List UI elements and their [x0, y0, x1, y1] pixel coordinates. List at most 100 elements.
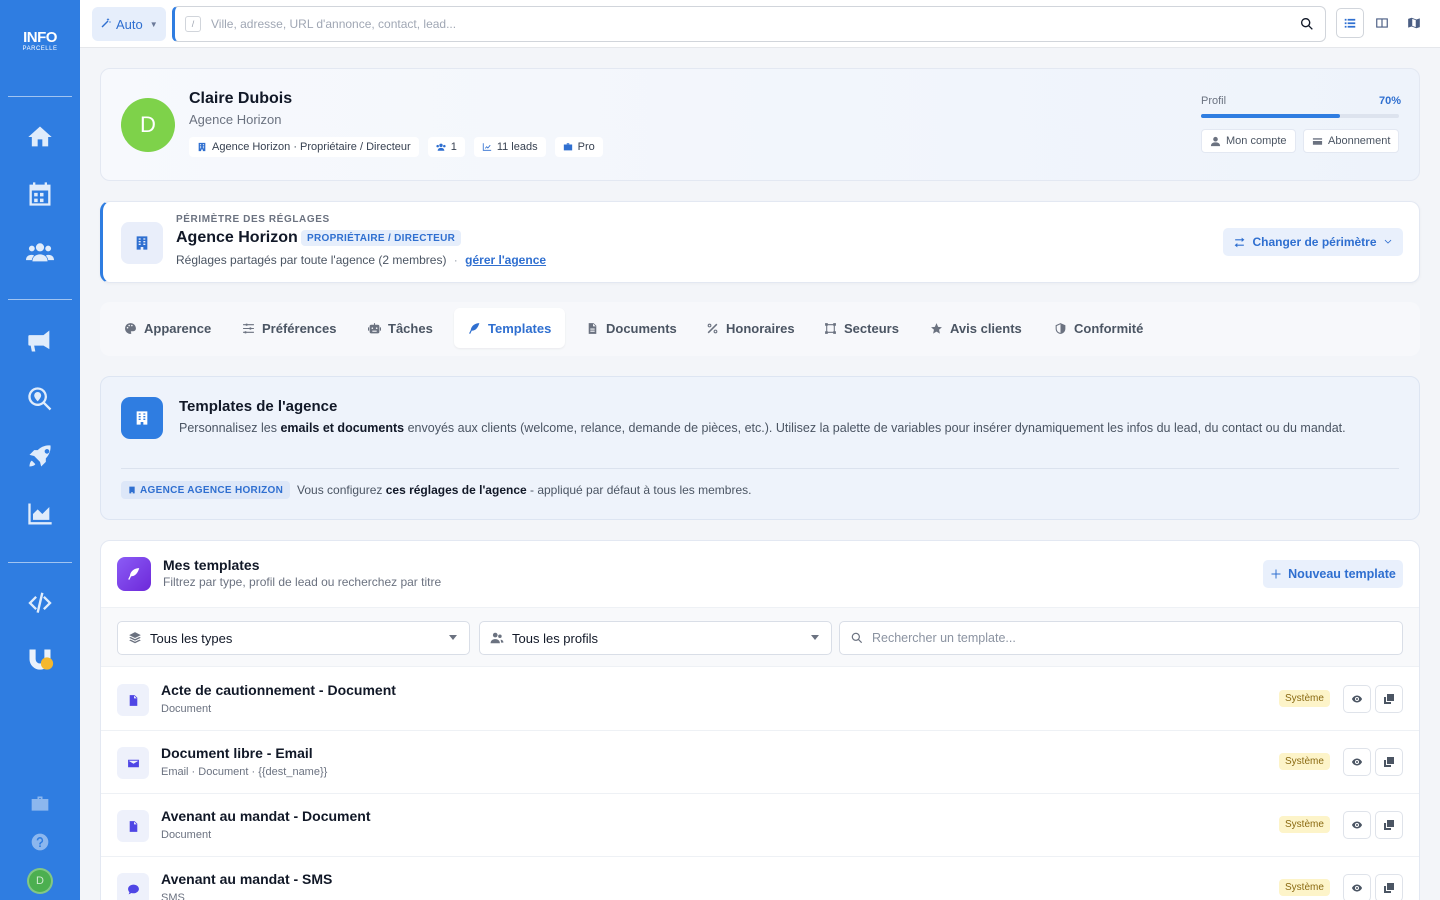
settings-tabs: Apparence Préférences Tâches Templates D… [100, 302, 1420, 356]
chart-area-icon[interactable] [24, 498, 56, 530]
template-search-input[interactable] [872, 631, 1402, 645]
change-scope-button[interactable]: Changer de périmètre [1223, 228, 1403, 256]
code-icon[interactable] [24, 587, 56, 619]
sidebar-divider [8, 562, 72, 563]
help-icon[interactable] [24, 826, 56, 858]
calendar-icon[interactable] [24, 178, 56, 210]
profile-name: Claire Dubois [189, 90, 293, 107]
tab-conformite[interactable]: Conformité [1040, 308, 1157, 348]
file-icon [588, 322, 597, 334]
building-icon [129, 486, 135, 494]
user-icon [1210, 136, 1221, 146]
credit-card-icon [1312, 137, 1323, 145]
list-view-button[interactable] [1336, 8, 1364, 38]
template-meta: Document [161, 703, 212, 715]
global-search[interactable]: / [172, 6, 1326, 42]
template-row[interactable]: Acte de cautionnement - Document Documen… [101, 668, 1419, 731]
megaphone-icon[interactable] [24, 325, 56, 357]
tab-documents[interactable]: Documents [572, 308, 691, 348]
progress-bar [1201, 114, 1399, 118]
preview-button[interactable] [1343, 874, 1371, 900]
scope-eyebrow: PÉRIMÈTRE DES RÉGLAGES [176, 214, 330, 225]
columns-icon [1376, 18, 1388, 28]
split-view-button[interactable] [1368, 8, 1396, 38]
template-search[interactable] [839, 621, 1403, 655]
copy-icon [1384, 757, 1394, 767]
search-icon[interactable] [1299, 16, 1315, 32]
rocket-icon[interactable] [24, 440, 56, 472]
magnet-icon[interactable] [24, 644, 56, 676]
search-location-icon[interactable] [24, 383, 56, 415]
templates-list-card: Mes templates Filtrez par type, profil d… [100, 540, 1420, 900]
tab-taches[interactable]: Tâches [354, 308, 447, 348]
building-icon [121, 222, 163, 264]
filters-bar: Tous les types Tous les profils [101, 607, 1419, 667]
progress-fill [1201, 114, 1340, 118]
exchange-icon [1235, 237, 1245, 247]
caret-down-icon [449, 635, 457, 640]
eye-icon [1352, 758, 1362, 766]
chip-agency: Agence Horizon · Propriétaire / Directeu… [189, 137, 419, 157]
global-search-input[interactable] [211, 17, 1325, 31]
profile-filter-select[interactable]: Tous les profils [479, 621, 832, 655]
type-filter-select[interactable]: Tous les types [117, 621, 470, 655]
user-avatar[interactable]: D [27, 868, 53, 894]
template-row[interactable]: Avenant au mandat - Document Document Sy… [101, 794, 1419, 857]
preview-button[interactable] [1343, 685, 1371, 713]
home-icon[interactable] [24, 121, 56, 153]
manage-agency-link[interactable]: gérer l'agence [465, 253, 546, 267]
map-icon [1408, 17, 1420, 29]
duplicate-button[interactable] [1375, 685, 1403, 713]
top-bar: Auto ▼ / [80, 0, 1440, 48]
app-logo[interactable]: INFO PARCELLE [0, 30, 80, 53]
logo-top: INFO [23, 29, 57, 46]
tab-templates[interactable]: Templates [454, 308, 566, 348]
layers-icon [129, 632, 141, 644]
file-pdf-icon [117, 810, 149, 842]
system-badge: Système [1279, 816, 1330, 833]
duplicate-button[interactable] [1375, 874, 1403, 900]
tab-honoraires[interactable]: Honoraires [692, 308, 809, 348]
briefcase-icon [563, 143, 572, 151]
template-title: Acte de cautionnement - Document [161, 682, 396, 698]
template-row[interactable]: Avenant au mandat - SMS SMS Système [101, 857, 1419, 900]
building-icon [121, 397, 163, 439]
system-badge: Système [1279, 753, 1330, 770]
map-view-button[interactable] [1400, 8, 1428, 38]
new-template-button[interactable]: Nouveau template [1263, 560, 1403, 588]
preview-button[interactable] [1343, 748, 1371, 776]
profile-card: D Claire Dubois Agence Horizon Agence Ho… [100, 68, 1420, 181]
eye-icon [1352, 821, 1362, 829]
caret-down-icon: ▼ [149, 19, 158, 29]
template-meta: SMS [161, 892, 185, 900]
template-meta: Document [161, 829, 212, 841]
plus-icon [1271, 569, 1281, 579]
scope-title: Agence Horizon [176, 229, 298, 246]
sms-icon [117, 873, 149, 900]
tab-apparence[interactable]: Apparence [110, 308, 225, 348]
tab-avis-clients[interactable]: Avis clients [916, 308, 1036, 348]
subscription-button[interactable]: Abonnement [1303, 129, 1400, 153]
sliders-icon [243, 323, 254, 333]
templates-intro-card: Templates de l'agence Personnalisez les … [100, 376, 1420, 520]
profile-chips: Agence Horizon · Propriétaire / Directeu… [189, 137, 603, 157]
users-icon[interactable] [24, 236, 56, 268]
envelope-icon [117, 747, 149, 779]
tab-preferences[interactable]: Préférences [228, 308, 350, 348]
preview-button[interactable] [1343, 811, 1371, 839]
template-meta: Email · Document · {{dest_name}} [161, 766, 328, 778]
templates-subtitle: Filtrez par type, profil de lead ou rech… [163, 575, 442, 589]
template-row[interactable]: Document libre - Email Email · Document … [101, 731, 1419, 794]
briefcase-icon[interactable] [24, 788, 56, 820]
duplicate-button[interactable] [1375, 748, 1403, 776]
mode-selector[interactable]: Auto ▼ [92, 7, 166, 41]
eye-icon [1352, 884, 1362, 892]
draw-polygon-icon [825, 322, 836, 334]
user-group-icon [490, 632, 504, 644]
role-badge: PROPRIÉTAIRE / DIRECTEUR [301, 230, 462, 246]
tab-secteurs[interactable]: Secteurs [810, 308, 913, 348]
robot-icon [368, 322, 381, 333]
progress-value: 70% [1379, 95, 1402, 107]
duplicate-button[interactable] [1375, 811, 1403, 839]
my-account-button[interactable]: Mon compte [1201, 129, 1296, 153]
